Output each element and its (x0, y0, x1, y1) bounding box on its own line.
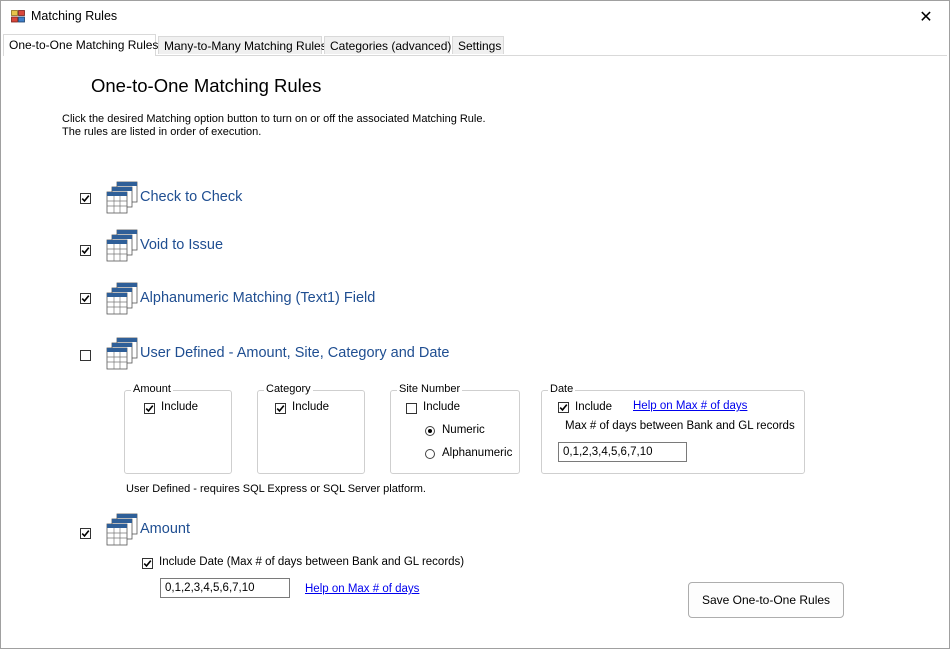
site-number-include-label[interactable]: Include (423, 401, 460, 413)
title-bar: Matching Rules ✕ (1, 1, 949, 33)
matching-rules-window: Matching Rules ✕ One-to-One Matching Rul… (0, 0, 950, 649)
rule-user-defined-checkbox[interactable] (80, 350, 91, 361)
checkmark-icon (81, 295, 90, 303)
close-button[interactable]: ✕ (903, 1, 949, 32)
tab-one-to-one[interactable]: One-to-One Matching Rules (3, 34, 158, 56)
category-group-title: Category (264, 383, 313, 395)
amount-days-input[interactable]: 0,1,2,3,4,5,6,7,10 (160, 578, 290, 598)
amount-include-checkbox[interactable] (144, 403, 155, 414)
date-include-label[interactable]: Include (575, 401, 612, 413)
rule-check-to-check-label[interactable]: Check to Check (140, 189, 242, 205)
rule-void-to-issue-checkbox[interactable] (80, 245, 91, 256)
date-include-checkbox[interactable] (558, 402, 569, 413)
checkmark-icon (81, 247, 90, 255)
instructions-line-1: Click the desired Matching option button… (62, 113, 486, 125)
page-title: One-to-One Matching Rules (91, 75, 322, 96)
table-stack-icon (106, 513, 138, 546)
window-title: Matching Rules (31, 9, 118, 23)
site-number-include-checkbox[interactable] (406, 403, 417, 414)
category-group: Category Include (257, 383, 365, 474)
amount-include-date-label[interactable]: Include Date (Max # of days between Bank… (159, 556, 464, 568)
checkmark-icon (143, 560, 152, 568)
category-include-checkbox[interactable] (275, 403, 286, 414)
table-stack-icon (106, 282, 138, 315)
date-max-days-input[interactable]: 0,1,2,3,4,5,6,7,10 (558, 442, 687, 462)
amount-include-label[interactable]: Include (161, 401, 198, 413)
rule-void-to-issue-label[interactable]: Void to Issue (140, 237, 223, 253)
checkmark-icon (276, 405, 285, 413)
category-include-label[interactable]: Include (292, 401, 329, 413)
table-stack-icon (106, 337, 138, 370)
one-to-one-panel: One-to-One Matching Rules Click the desi… (3, 56, 947, 646)
table-stack-icon (106, 181, 138, 214)
rule-alphanumeric-label[interactable]: Alphanumeric Matching (Text1) Field (140, 290, 375, 306)
site-number-numeric-label[interactable]: Numeric (442, 424, 485, 436)
table-stack-icon (106, 229, 138, 262)
site-number-alphanumeric-radio[interactable] (425, 449, 435, 459)
rule-check-to-check-checkbox[interactable] (80, 193, 91, 204)
date-group-title: Date (548, 383, 576, 395)
tab-many-to-many[interactable]: Many-to-Many Matching Rules (158, 36, 327, 54)
app-icon (11, 10, 25, 23)
checkmark-icon (559, 404, 568, 412)
user-defined-note: User Defined - requires SQL Express or S… (126, 483, 426, 495)
amount-include-date-checkbox[interactable] (142, 558, 153, 569)
save-one-to-one-rules-button[interactable]: Save One-to-One Rules (688, 582, 844, 618)
amount-group: Amount Include (124, 383, 232, 474)
checkmark-icon (81, 530, 90, 538)
rule-amount-checkbox[interactable] (80, 528, 91, 539)
site-number-numeric-radio[interactable] (425, 426, 435, 436)
checkmark-icon (145, 405, 154, 413)
rule-user-defined-label[interactable]: User Defined - Amount, Site, Category an… (140, 345, 450, 361)
close-icon: ✕ (919, 8, 933, 26)
date-max-days-label: Max # of days between Bank and GL record… (565, 420, 795, 432)
site-number-group-title: Site Number (397, 383, 463, 395)
amount-help-link[interactable]: Help on Max # of days (305, 583, 419, 595)
checkmark-icon (81, 195, 90, 203)
amount-group-title: Amount (131, 383, 173, 395)
instructions: Click the desired Matching option button… (62, 113, 486, 139)
site-number-group: Site Number Include Numeric Alphanumeric (390, 383, 520, 474)
tab-settings[interactable]: Settings (452, 36, 504, 54)
rule-amount-label[interactable]: Amount (140, 521, 190, 537)
tab-strip: One-to-One Matching Rules Many-to-Many M… (3, 34, 947, 56)
tab-categories[interactable]: Categories (advanced) (324, 36, 451, 54)
rule-alphanumeric-checkbox[interactable] (80, 293, 91, 304)
date-group: Date Include Help on Max # of days Max #… (541, 383, 805, 474)
instructions-line-2: The rules are listed in order of executi… (62, 126, 262, 138)
date-help-link[interactable]: Help on Max # of days (633, 400, 747, 412)
site-number-alphanumeric-label[interactable]: Alphanumeric (442, 447, 512, 459)
